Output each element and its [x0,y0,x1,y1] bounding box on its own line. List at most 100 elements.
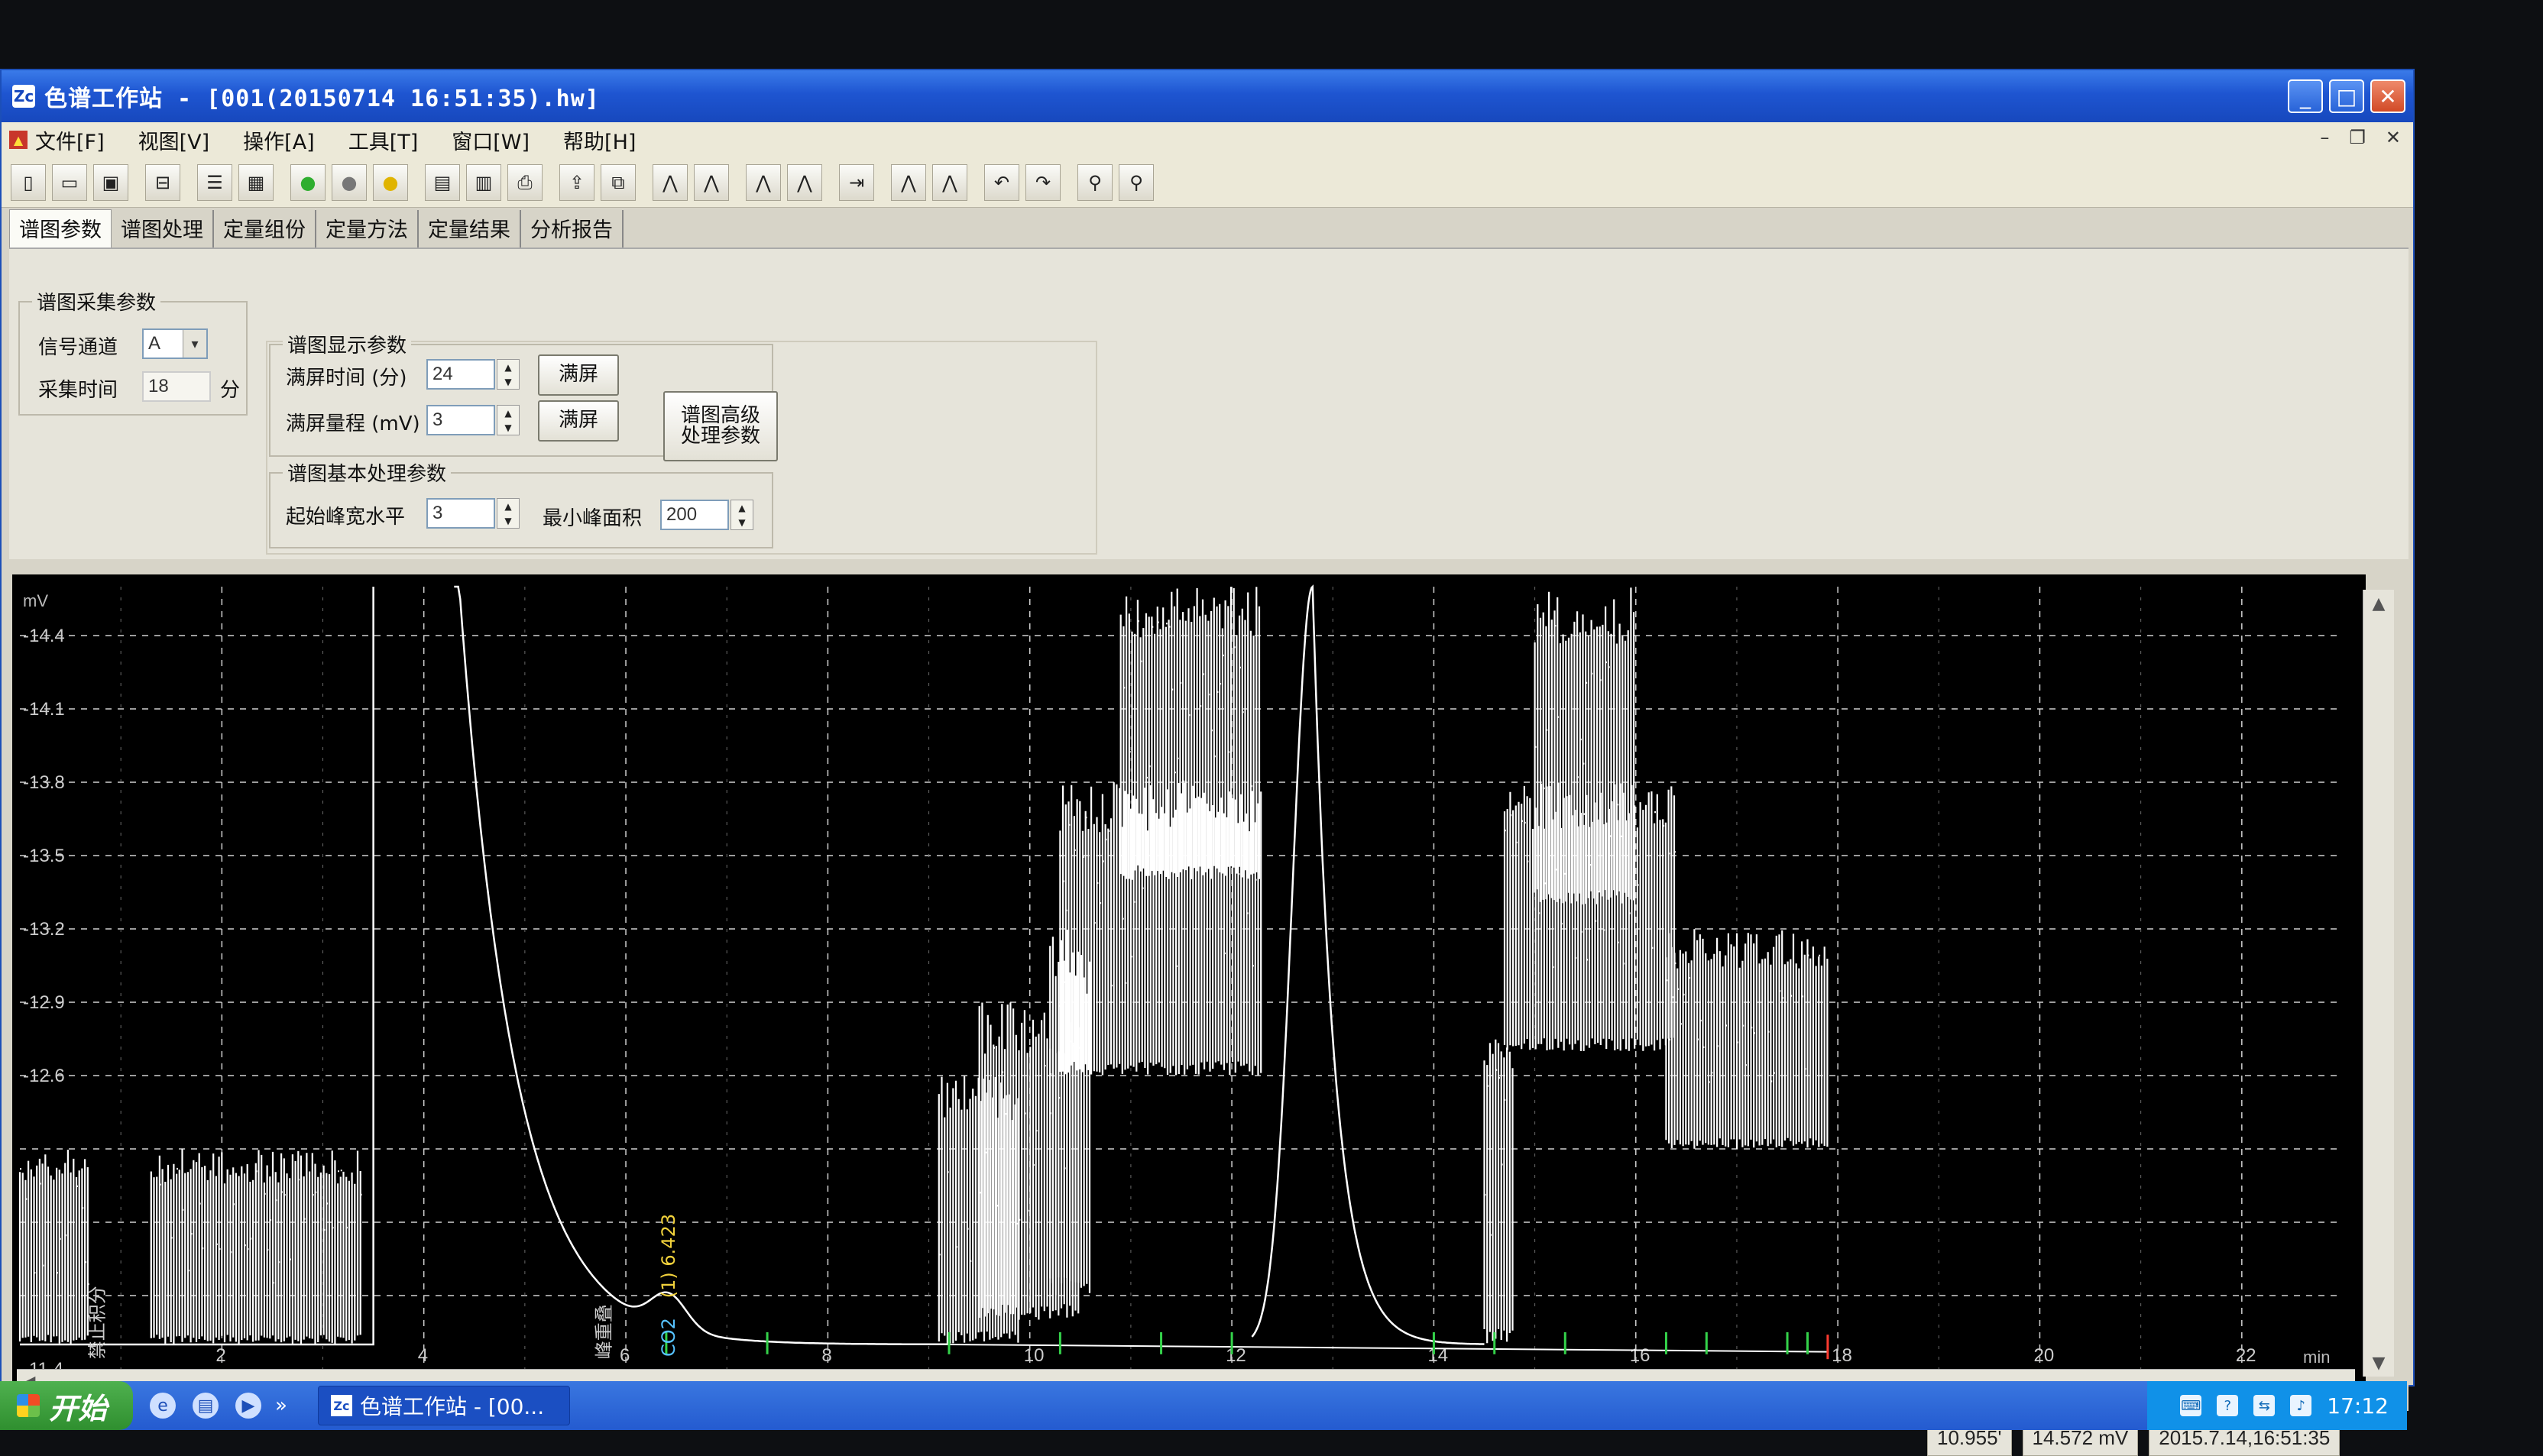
y-tick-label: -13.2 [23,919,65,940]
tab-quant-results[interactable]: 定量结果 [419,210,521,248]
full-range-spinner[interactable]: ▲ ▼ [497,405,520,435]
open-icon[interactable]: ▭ [52,163,87,201]
acquire-group: 谱图采集参数 信号通道 A ▾ 采集时间 18 分 [18,287,248,416]
y-tick-label: -14.1 [23,699,65,720]
full-time-screen-button[interactable]: 满屏 [538,354,619,396]
menu-window[interactable]: 窗口[W] [452,125,530,155]
peak-annotation: 禁止积分 [87,1286,109,1359]
chromatogram-chart[interactable]: mVmin-11.4-12.6-12.9-13.2-13.5-13.8-14.1… [12,574,2366,1384]
quicklaunch-expand-icon[interactable]: » [275,1394,287,1417]
channel-value: A [148,333,161,354]
stop-icon[interactable]: ● [332,163,367,201]
app-icon: Zc [12,85,35,108]
min-area-spinner[interactable]: ▲ ▼ [731,500,753,530]
taskbar-app-icon: Zc [330,1395,352,1416]
channel-select[interactable]: A ▾ [142,328,208,359]
chromatogram-alt-icon[interactable]: ⋀ [694,163,729,201]
start-button[interactable]: 开始 [0,1381,134,1430]
peak-width-spinner[interactable]: ▲ ▼ [497,498,520,529]
media-icon[interactable]: ▶ [235,1393,262,1419]
mdi-close-button[interactable]: ✕ [2386,127,2401,148]
peak-annotation: (1) 6.423 [658,1214,679,1298]
close-button[interactable]: ✕ [2370,79,2405,113]
menu-tools[interactable]: 工具[T] [348,125,419,155]
zoom-peak-icon[interactable]: ⋀ [891,163,926,201]
baseline-icon[interactable]: ⇥ [839,163,874,201]
keyboard-icon[interactable]: ⌨ [2180,1395,2202,1416]
maximize-button[interactable]: □ [2329,79,2364,113]
peaks-alt-icon[interactable]: ⋀ [787,163,822,201]
x-tick-label: 16 [1630,1345,1651,1366]
person-icon[interactable]: ⚲ [1077,163,1113,201]
min-area-input[interactable]: 200 [660,500,729,530]
basic-group-title: 谱图基本处理参数 [283,458,452,487]
menu-operate[interactable]: 操作[A] [243,125,315,155]
x-tick-label: 22 [2236,1345,2256,1366]
windows-flag-icon [17,1394,40,1417]
undo-icon[interactable]: ↶ [984,163,1019,201]
redo-icon[interactable]: ↷ [1025,163,1061,201]
x-tick-label: 18 [1832,1345,1852,1366]
scroll-down-icon[interactable]: ▼ [2363,1349,2394,1377]
tab-spectrum-processing[interactable]: 谱图处理 [112,210,214,248]
full-range-label: 满屏量程 (mV) [286,413,420,435]
export-icon[interactable]: ⇪ [559,163,594,201]
x-tick-label: 10 [1024,1345,1045,1366]
folder-icon[interactable]: ▤ [193,1393,219,1419]
full-time-spinner[interactable]: ▲ ▼ [497,359,520,390]
peak-width-input[interactable]: 3 [426,498,495,529]
person-search-icon[interactable]: ⚲ [1119,163,1154,201]
tab-quant-components[interactable]: 定量组份 [214,210,316,248]
menu-help[interactable]: 帮助[H] [563,125,636,155]
help-icon[interactable]: ? [2217,1395,2239,1416]
acquire-group-title: 谱图采集参数 [32,287,161,315]
new-icon[interactable]: ▯ [11,163,46,201]
mdi-restore-button[interactable]: ❐ [2349,127,2366,148]
acquire-time-label: 采集时间 [38,379,118,402]
menu-view[interactable]: 视图[V] [138,125,210,155]
advanced-params-button[interactable]: 谱图高级 处理参数 [663,391,778,461]
taskbar-item-workstation[interactable]: Zc 色谱工作站 - [00... [317,1386,570,1425]
x-tick-label: 12 [1226,1345,1246,1366]
full-time-input[interactable]: 24 [426,359,495,390]
list-icon[interactable]: ▤ [425,163,460,201]
menu-app-icon[interactable]: ▲ [9,131,28,149]
chevron-down-icon[interactable]: ▾ [183,330,206,358]
menu-file[interactable]: 文件[F] [35,125,105,155]
tab-spectrum-params[interactable]: 谱图参数 [9,209,112,248]
zoom-peak-alt-icon[interactable]: ⋀ [932,163,967,201]
full-range-screen-button[interactable]: 满屏 [538,400,619,442]
print-icon[interactable]: ⎙ [507,163,543,201]
main-window: Zc 色谱工作站 - [001(20150714 16:51:35).hw] _… [0,69,2415,1456]
full-range-input[interactable]: 3 [426,405,495,435]
window-title: 色谱工作站 - [001(20150714 16:51:35).hw] [44,86,600,112]
acquire-time-input[interactable]: 18 [142,371,211,402]
tree-icon[interactable]: ☰ [197,163,232,201]
x-axis-label: min [2303,1348,2330,1367]
peak-annotation: 峰重叠 [594,1304,615,1359]
y-tick-label: -13.5 [23,846,65,866]
params-panel: 谱图采集参数 信号通道 A ▾ 采集时间 18 分 谱图显示参数 满屏时间 (分… [9,248,2409,562]
mdi-minimize-button[interactable]: – [2320,127,2329,148]
start-icon[interactable]: ● [290,163,326,201]
x-tick-label: 20 [2033,1345,2054,1366]
y-tick-label: -13.8 [23,772,65,793]
vertical-scrollbar[interactable]: ▲ ▼ [2363,590,2394,1377]
pause-icon[interactable]: ● [373,163,408,201]
peaks-icon[interactable]: ⋀ [746,163,781,201]
tab-analysis-report[interactable]: 分析报告 [521,210,624,248]
minimize-button[interactable]: _ [2288,79,2323,113]
table-icon[interactable]: ▦ [238,163,274,201]
title-bar[interactable]: Zc 色谱工作站 - [001(20150714 16:51:35).hw] _… [2,70,2413,122]
network-icon[interactable]: ⇆ [2253,1395,2276,1416]
import-icon[interactable]: ⊟ [145,163,180,201]
tab-quant-method[interactable]: 定量方法 [316,210,419,248]
copy-icon[interactable]: ⧉ [601,163,636,201]
ie-icon[interactable]: e [150,1393,177,1419]
volume-icon[interactable]: ♪ [2290,1395,2312,1416]
report-icon[interactable]: ▥ [466,163,501,201]
save-icon[interactable]: ▣ [93,163,128,201]
chromatogram-icon[interactable]: ⋀ [653,163,688,201]
scroll-up-icon[interactable]: ▲ [2363,590,2394,617]
x-tick-label: 8 [821,1345,831,1366]
